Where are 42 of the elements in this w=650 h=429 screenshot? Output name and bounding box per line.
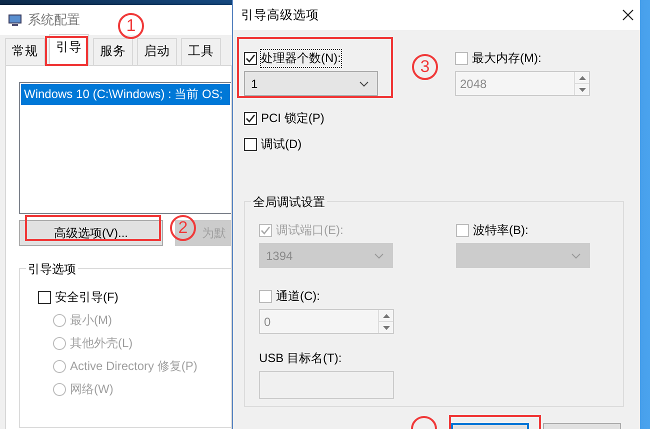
checkbox-label: 安全引导(F) (55, 289, 118, 306)
tab[interactable]: 启动 (137, 38, 177, 65)
close-icon[interactable] (622, 9, 634, 21)
checkbox[interactable] (244, 52, 257, 65)
up-arrow-icon[interactable] (578, 76, 586, 80)
dropdown-value: 1 (251, 76, 258, 90)
chevron-icon (374, 252, 384, 258)
chevron-icon (359, 80, 369, 86)
radio-label: 最小(M) (70, 312, 112, 329)
checkbox-label: PCI 锁定(P) (261, 110, 324, 127)
tab[interactable]: 常规 (5, 38, 45, 65)
checkbox-label: 最大内存(M): (472, 50, 542, 67)
highlight-frame (45, 36, 88, 66)
checkbox-label: 通道(C): (276, 288, 320, 305)
checkbox[interactable] (244, 138, 257, 151)
step-number: 3 (420, 57, 430, 77)
checkbox-label: 调试端口(E): (276, 222, 344, 239)
chevron-icon (571, 252, 581, 258)
checkbox-label: 处理器个数(N): (261, 50, 341, 67)
advanced-options-button[interactable]: 高级选项(V)... (19, 220, 163, 246)
window-title: 系统配置 (28, 11, 80, 29)
up-arrow-icon[interactable] (382, 314, 390, 318)
dropdown-value: 1394 (266, 248, 293, 262)
dropdown[interactable]: 1 (244, 71, 378, 96)
radio-label: Active Directory 修复(P) (70, 358, 198, 375)
field-value: 2048 (459, 76, 488, 92)
field-label: USB 目标名(T): (259, 350, 343, 367)
app-icon (8, 13, 22, 27)
tab[interactable]: 服务 (93, 38, 133, 65)
group-title: 引导选项 (26, 261, 78, 278)
tab[interactable]: 工具 (181, 38, 221, 65)
checkbox[interactable] (244, 112, 257, 125)
checkbox-label: 波特率(B): (473, 222, 528, 239)
step-number: 2 (178, 218, 188, 238)
list-item[interactable]: Windows 10 (C:\Windows) : 当前 OS; (21, 84, 230, 105)
step-number: 1 (126, 16, 136, 36)
checkbox[interactable] (38, 291, 51, 304)
field-value: 0 (263, 314, 272, 330)
dialog-title: 引导高级选项 (241, 6, 319, 24)
radio-label: 网络(W) (70, 381, 114, 398)
checkbox-label: 调试(D) (261, 136, 302, 153)
radio-label: 其他外壳(L) (70, 335, 133, 352)
